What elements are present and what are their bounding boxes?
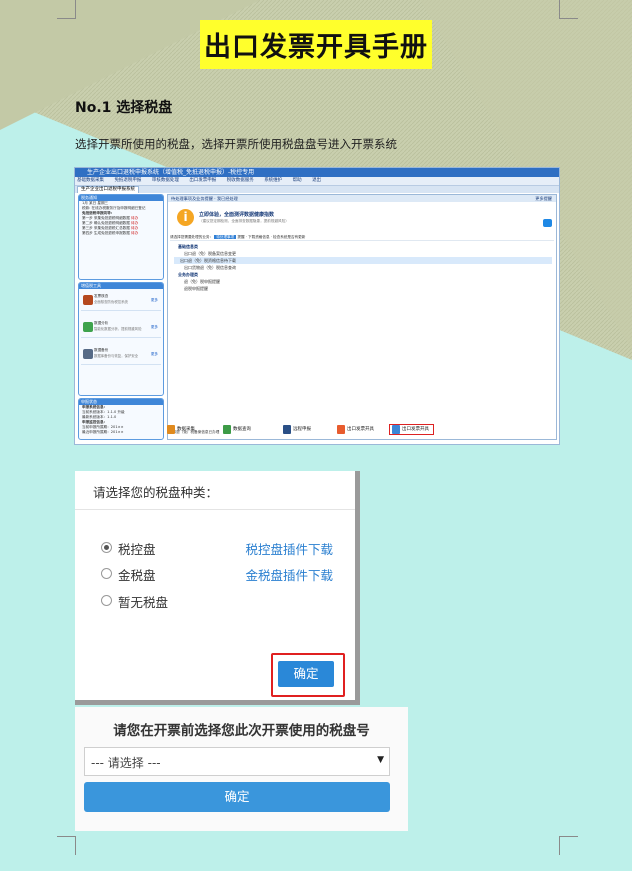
tree-item[interactable]: 出口货物退（免）税信息查询 (178, 264, 552, 271)
remote-declare-button[interactable]: 远程申报 (283, 425, 311, 434)
radio-option-jsp[interactable]: 金税盘 金税盘插件下载 (101, 565, 341, 583)
crop-mark-bottom-left (57, 836, 76, 855)
radio-unchecked-icon[interactable] (101, 595, 112, 606)
menu-item[interactable]: 出口发票申报 (189, 178, 216, 183)
title-block: 出口发票开具手册 (0, 20, 632, 69)
info-icon: i (177, 209, 194, 226)
info-title: 立即体验，全面测评数据健康指数 (199, 212, 275, 218)
tab-main[interactable]: 生产企业出口退税申报系统 (77, 186, 139, 193)
chart-icon (83, 322, 93, 332)
briefcase-icon (83, 295, 93, 305)
radio-option-none[interactable]: 暂无税盘 (101, 592, 341, 610)
dialog-title: 请您在开票前选择您此次开票使用的税盘号 (113, 723, 370, 739)
section-heading: No.1 选择税盘 (75, 100, 173, 116)
filter-label: 请选择您需要处理的业务： (170, 235, 214, 239)
crop-mark-top-left (57, 0, 76, 19)
radio-option-skp[interactable]: 税控盘 税控盘插件下载 (101, 539, 341, 557)
data-query-button[interactable]: 数据查询 (223, 425, 251, 434)
tool-link[interactable]: 更多 (151, 352, 158, 357)
window-title: 生产企业出口退税申报系统（增值税_免抵退税申报）-税控专用 (75, 168, 559, 177)
filter-bar: 请选择您需要处理的业务： 待处理事项 提醒 · 下载资格信息 · 检查系统是否有… (170, 234, 554, 241)
task-tree: 基础信息类 出口退（免）税备案信息变更 出口退（免）税资格信息待下载 出口货物退… (174, 243, 552, 292)
menu-bar: 基础数据采集 免抵退税申报 审核数据处理 出口发票申报 税收数据服务 系统维护 … (75, 177, 559, 186)
tree-item-selected[interactable]: 出口退（免）税资格信息待下载 (174, 257, 552, 264)
tree-item[interactable]: 退税申报提醒 (178, 285, 552, 292)
main-panel: 待处理事项及业务提醒 · 我已经处理 更多提醒 i 立即体验，全面测评数据健康指… (167, 194, 557, 440)
software-screenshot: 生产企业出口退税申报系统（增值税_免抵退税申报）-税控专用 基础数据采集 免抵退… (74, 167, 560, 445)
filter-options[interactable]: 提醒 · 下载资格信息 · 检查系统是否有更新 (237, 235, 305, 239)
banner-button[interactable] (543, 219, 552, 227)
notice-panel: 税务通知 1月 某日 星期三 税款: 在线办税服务厅及申报明细已登记 免抵退税申… (78, 194, 164, 280)
status-line: 最近申报所属期：201×× (82, 430, 124, 434)
document-title: 出口发票开具手册 (200, 20, 432, 69)
menu-item[interactable]: 免抵退税申报 (114, 178, 141, 183)
section-text: 选择开票所使用的税盘，选择开票所使用税盘盘号进入开票系统 (75, 137, 397, 151)
status-panel: 申报状态 申报系统信息: 当前系统版本：1.1.0 升级 最新系统版本：1.1.… (78, 398, 164, 440)
info-banner: i 立即体验，全面测评数据健康指数 （建议您定期检测，全面排查数据隐患，提前规避… (171, 205, 553, 231)
computer-icon (283, 425, 291, 434)
left-sidebar: 税务通知 1月 某日 星期三 税款: 在线办税服务厅及申报明细已登记 免抵退税申… (78, 194, 164, 440)
tool-link[interactable]: 更多 (151, 298, 158, 303)
tools-panel: 增值税工具 发票核查 全面核查防伪税控系统 更多 数据分析 智能化数据分析，提前… (78, 282, 164, 396)
tree-group: 基础信息类 (178, 244, 198, 249)
tree-item[interactable]: 出口退（免）税备案信息变更 (178, 250, 552, 257)
caret-down-icon: ▼ (377, 755, 384, 765)
tool-desc: 全面核查防伪税控系统 (94, 300, 128, 304)
menu-item[interactable]: 基础数据采集 (77, 178, 104, 183)
radio-label: 暂无税盘 (118, 595, 169, 610)
tool-item[interactable]: 发票核查 全面核查防伪税控系统 更多 (81, 292, 161, 311)
plugin-download-link[interactable]: 税控盘插件下载 (245, 539, 333, 558)
tool-desc: 智能化数据分析，提前规避风险 (94, 327, 142, 331)
radio-label: 税控盘 (118, 542, 156, 557)
plugin-download-link[interactable]: 金税盘插件下载 (245, 565, 333, 584)
tool-desc: 数据库备份与恢复，保护安全 (94, 354, 139, 358)
filter-active[interactable]: 待处理事项 (214, 235, 237, 239)
confirm-button[interactable]: 确定 (278, 661, 334, 687)
tool-link[interactable]: 更多 (151, 325, 158, 330)
disk-number-dialog: 请您在开票前选择您此次开票使用的税盘号 --- 请选择 --- ▼ 确定 (75, 707, 408, 831)
menu-item[interactable]: 税收数据服务 (227, 178, 254, 183)
disk-type-dialog: 请选择您的税盘种类： 税控盘 税控盘插件下载 金税盘 金税盘插件下载 暂无税盘 … (75, 471, 360, 705)
invoice-icon (337, 425, 345, 434)
menu-item[interactable]: 退出 (312, 178, 321, 183)
menu-item[interactable]: 系统维护 (264, 178, 282, 183)
monitor-icon (223, 425, 231, 434)
step-item[interactable]: 第四步 生成免抵退税申报数据 待办 (79, 231, 163, 236)
tab-strip: 生产企业出口退税申报系统 (75, 186, 559, 193)
confirm-button[interactable]: 确定 (84, 782, 390, 812)
highlight-box: 确定 (271, 653, 345, 697)
crop-mark-bottom-right (559, 836, 578, 855)
menu-item[interactable]: 帮助 (293, 178, 302, 183)
panel-header: 增值税工具 (79, 283, 163, 289)
tree-item[interactable]: 退（免）税申报提醒 (178, 278, 552, 285)
more-link[interactable]: 更多提醒 (535, 195, 552, 202)
dialog-title: 请选择您的税盘种类： (93, 485, 219, 500)
radio-checked-icon[interactable] (101, 542, 112, 553)
radio-unchecked-icon[interactable] (101, 568, 112, 579)
database-icon (83, 349, 93, 359)
data-entry-button[interactable]: 数据采集 (167, 425, 195, 434)
export-invoice-button[interactable]: 出口发票开具 (389, 424, 434, 435)
radio-label: 金税盘 (118, 568, 156, 583)
person-icon (167, 425, 175, 434)
bottom-toolbar: 数据采集 数据查询 远程申报 出口发票开具 出口发票开具 (167, 423, 557, 437)
crop-mark-top-right (559, 0, 578, 19)
main-header-text: 待处理事项及业务提醒 · 我已经处理 (171, 196, 238, 201)
tree-group: 业务办理类 (178, 272, 198, 277)
invoice-open-button[interactable]: 出口发票开具 (337, 425, 374, 434)
tool-item[interactable]: 数据分析 智能化数据分析，提前规避风险 更多 (81, 319, 161, 338)
invoice-blue-icon (392, 425, 400, 434)
select-value: --- 请选择 --- (91, 756, 161, 770)
main-header: 待处理事项及业务提醒 · 我已经处理 更多提醒 (168, 195, 556, 202)
tool-item[interactable]: 数据备份 数据库备份与恢复，保护安全 更多 (81, 346, 161, 365)
menu-item[interactable]: 审核数据处理 (152, 178, 179, 183)
disk-number-select[interactable]: --- 请选择 --- ▼ (84, 747, 390, 776)
info-subtitle: （建议您定期检测，全面排查数据隐患，提前规避风险） (199, 219, 289, 223)
dialog-header: 请选择您的税盘种类： (75, 471, 355, 510)
